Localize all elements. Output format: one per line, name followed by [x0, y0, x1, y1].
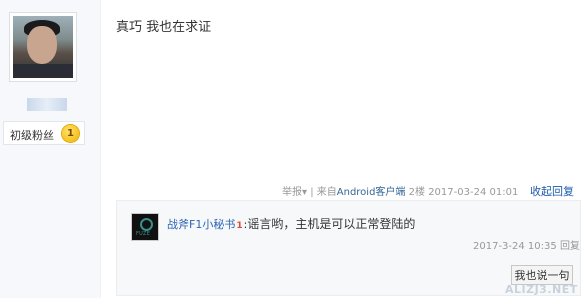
meta-separator: | 来自 — [307, 187, 337, 198]
avatar-frame[interactable] — [9, 12, 77, 82]
fuze-logo-icon — [140, 218, 153, 231]
post-meta: 举报▾ | 来自Android客户端 2楼 2017-03-24 01:01 — [282, 183, 518, 198]
reply-time-row: 2017-3-24 10:35 回复 — [473, 237, 580, 252]
avatar-logo-text: FUZE — [136, 231, 151, 237]
username-blurred[interactable] — [27, 98, 67, 111]
post-content: 真巧 我也在求证 — [116, 20, 212, 35]
avatar-shirt — [13, 64, 73, 78]
level-badge-icon[interactable]: 1 — [62, 125, 79, 142]
collapse-reply-link[interactable]: 收起回复 — [530, 183, 574, 199]
post-time: 2017-03-24 01:01 — [428, 187, 519, 198]
rank-badge-box: 初级粉丝 1 — [3, 121, 85, 145]
rank-label: 初级粉丝 — [10, 129, 54, 142]
user-level-icon: 1 — [236, 221, 243, 231]
reply-line: 战斧F1小秘书1:谣言哟，主机是可以正常登陆的 — [167, 215, 415, 232]
reply-link[interactable]: 回复 — [560, 241, 580, 252]
avatar-face — [27, 26, 57, 64]
floor-number: 2楼 — [408, 187, 425, 198]
site-watermark: ALIZJ3.NET — [505, 283, 578, 296]
reply-content: 谣言哟，主机是可以正常登陆的 — [247, 217, 416, 231]
reply-box: FUZE 战斧F1小秘书1:谣言哟，主机是可以正常登陆的 2017-3-24 1… — [116, 200, 581, 296]
reply-author-link[interactable]: 战斧F1小秘书 — [167, 218, 235, 231]
user-sidebar: 初级粉丝 1 — [0, 0, 101, 298]
report-link[interactable]: 举报▾ — [282, 187, 307, 198]
client-link[interactable]: Android客户端 — [337, 187, 406, 198]
reply-avatar[interactable]: FUZE — [131, 213, 159, 241]
avatar[interactable] — [13, 16, 73, 78]
reply-time: 2017-3-24 10:35 — [473, 241, 557, 252]
say-something-button[interactable]: 我也说一句 — [511, 265, 573, 285]
